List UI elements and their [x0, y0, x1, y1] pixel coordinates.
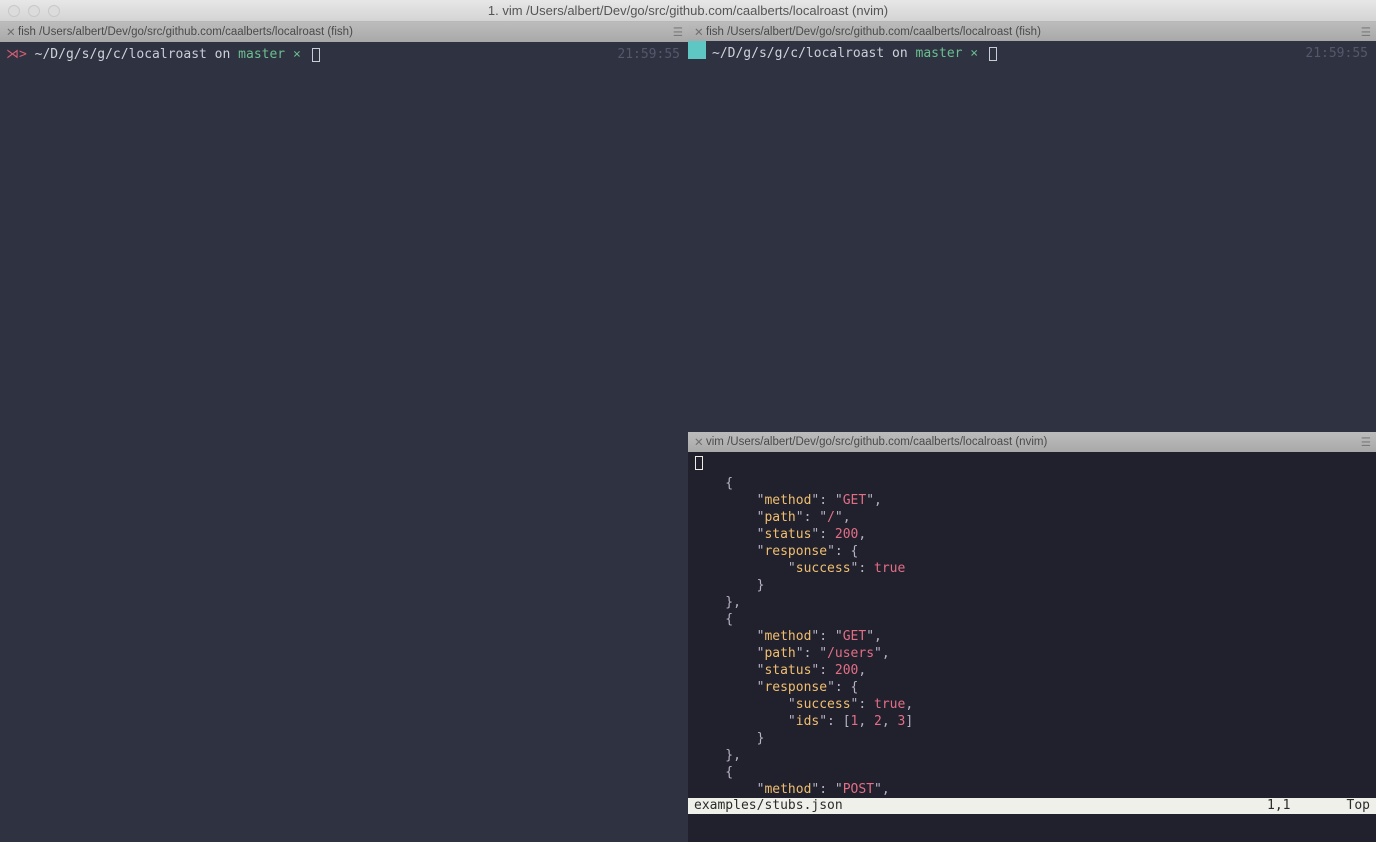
prompt-dirty-icon: ⨯: [285, 47, 301, 62]
code-line: "success": true: [694, 560, 1370, 577]
code-line: }: [694, 577, 1370, 594]
close-icon[interactable]: ✕: [694, 25, 706, 39]
terminal-left[interactable]: ⋊> ~/D/g/s/g/c/localroast on master ⨯ 21…: [0, 42, 688, 830]
code-line: "ids": [1, 2, 3]: [694, 713, 1370, 730]
close-icon[interactable]: ✕: [6, 25, 18, 39]
prompt-on: on: [884, 46, 915, 61]
prompt-on: on: [207, 47, 238, 62]
vim-editor[interactable]: { "method": "GET", "path": "/", "status"…: [688, 452, 1376, 798]
code-line: "method": "GET",: [694, 492, 1370, 509]
tab-right-vim[interactable]: ✕ vim /Users/albert/Dev/go/src/github.co…: [688, 432, 1376, 451]
code-line: "path": "/users",: [694, 645, 1370, 662]
prompt-line: ~/D/g/s/g/c/localroast on master ⨯: [712, 45, 1370, 62]
hamburger-icon[interactable]: [664, 25, 682, 39]
vim-status-bar: examples/stubs.json 1,1 Top: [688, 798, 1376, 814]
tmux-indicator-icon: [688, 41, 706, 59]
close-icon[interactable]: ✕: [694, 435, 706, 449]
code-line: },: [694, 594, 1370, 611]
code-line: "response": {: [694, 679, 1370, 696]
prompt-branch: master: [916, 46, 963, 61]
prompt-line: ⋊> ~/D/g/s/g/c/localroast on master ⨯: [6, 46, 682, 63]
code-line: "method": "GET",: [694, 628, 1370, 645]
prompt-arrow-icon: ⋊>: [6, 47, 27, 62]
hamburger-icon[interactable]: [1352, 25, 1370, 39]
prompt-dirname: localroast: [129, 47, 207, 62]
vim-status-file: examples/stubs.json: [694, 798, 843, 813]
tab-label: vim /Users/albert/Dev/go/src/github.com/…: [706, 436, 1047, 448]
pane-right: ✕ fish /Users/albert/Dev/go/src/github.c…: [688, 22, 1376, 842]
code-line: {: [694, 475, 1370, 492]
prompt-branch: master: [238, 47, 285, 62]
pane-left-pad: [0, 830, 688, 842]
terminal-right[interactable]: ~/D/g/s/g/c/localroast on master ⨯ 21:59…: [688, 41, 1376, 432]
tab-label: fish /Users/albert/Dev/go/src/github.com…: [706, 26, 1041, 38]
tab-label: fish /Users/albert/Dev/go/src/github.com…: [18, 26, 353, 38]
tab-right-fish[interactable]: ✕ fish /Users/albert/Dev/go/src/github.c…: [688, 22, 1376, 41]
code-line: }: [694, 730, 1370, 747]
prompt-path: ~/D/g/s/g/c/: [712, 46, 806, 61]
code-line: },: [694, 747, 1370, 764]
tab-left-fish[interactable]: ✕ fish /Users/albert/Dev/go/src/github.c…: [0, 22, 688, 42]
vim-status-pos: 1,1: [1267, 798, 1290, 813]
vim-cursor-icon: [695, 456, 703, 470]
pane-left: ✕ fish /Users/albert/Dev/go/src/github.c…: [0, 22, 688, 842]
vim-status-scroll: Top: [1347, 798, 1370, 813]
code-line: {: [694, 764, 1370, 781]
code-line: "response": {: [694, 543, 1370, 560]
code-line: "success": true,: [694, 696, 1370, 713]
hamburger-icon[interactable]: [1352, 435, 1370, 449]
cursor-icon: [312, 48, 320, 62]
prompt-time: 21:59:55: [617, 46, 680, 63]
window-titlebar: 1. vim /Users/albert/Dev/go/src/github.c…: [0, 0, 1376, 22]
cursor-icon: [989, 47, 997, 61]
prompt-dirname: localroast: [806, 46, 884, 61]
code-line: "path": "/",: [694, 509, 1370, 526]
prompt-path: ~/D/g/s/g/c/: [35, 47, 129, 62]
workspace: ✕ fish /Users/albert/Dev/go/src/github.c…: [0, 22, 1376, 842]
window-title: 1. vim /Users/albert/Dev/go/src/github.c…: [0, 3, 1376, 18]
vim-cmdline[interactable]: [688, 814, 1376, 842]
code-line: "method": "POST",: [694, 781, 1370, 798]
code-line: "status": 200,: [694, 662, 1370, 679]
code-line: [694, 456, 1370, 475]
prompt-time: 21:59:55: [1305, 45, 1368, 62]
prompt-dirty-icon: ⨯: [962, 46, 978, 61]
code-line: "status": 200,: [694, 526, 1370, 543]
code-line: {: [694, 611, 1370, 628]
